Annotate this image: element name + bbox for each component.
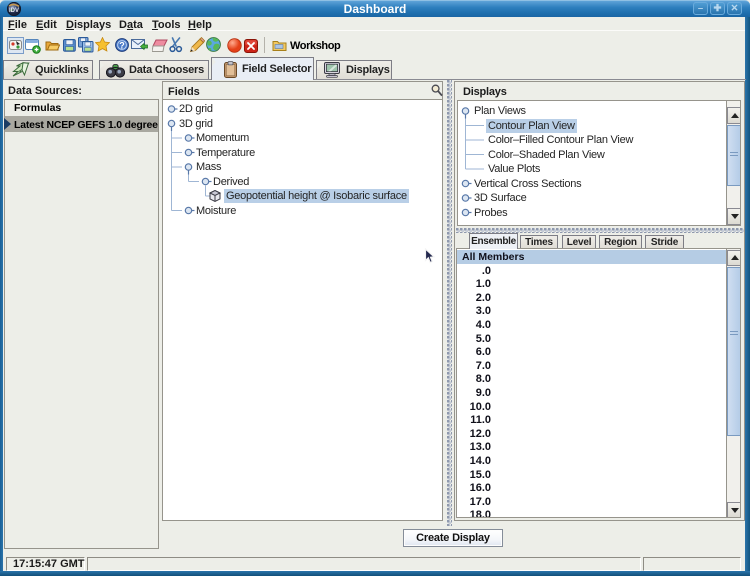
svg-text:?: ? [119,41,125,51]
